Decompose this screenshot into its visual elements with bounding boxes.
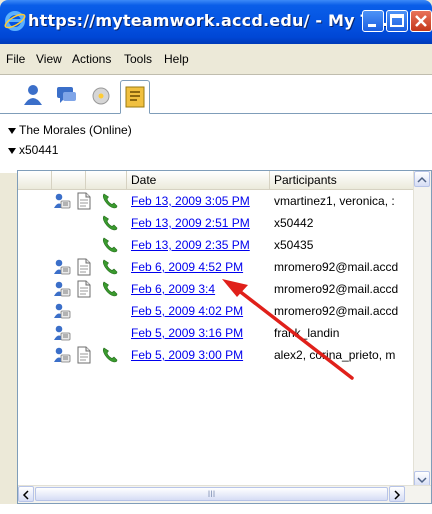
phone-icon <box>101 280 119 298</box>
date-link[interactable]: Feb 5, 2009 3:00 PM <box>131 348 243 362</box>
menu-help[interactable]: Help <box>164 52 189 66</box>
column-header-date[interactable]: Date <box>127 171 270 189</box>
minimize-icon <box>368 24 376 27</box>
phone-icon <box>101 214 119 232</box>
table-row[interactable]: Feb 13, 2009 2:35 PM x50435 <box>18 234 431 256</box>
navigation-area: The Morales (Online) x50441 <box>0 75 432 173</box>
minimize-button[interactable] <box>362 10 384 32</box>
column-header-icon3[interactable] <box>86 171 127 189</box>
phone-icon <box>101 258 119 276</box>
column-header-participants[interactable]: Participants <box>270 171 416 189</box>
expand-triangle-icon[interactable] <box>8 147 16 154</box>
participants-cell: frank_landin <box>274 326 340 340</box>
tree-subgroup[interactable]: x50441 <box>8 143 58 157</box>
menu-view[interactable]: View <box>36 52 62 66</box>
vertical-scrollbar[interactable] <box>413 171 431 487</box>
tab-chat[interactable] <box>52 81 82 111</box>
maximize-button[interactable] <box>386 10 408 32</box>
scroll-up-button[interactable] <box>414 171 430 187</box>
phone-icon <box>101 236 119 254</box>
window-title: https://myteamwork.accd.edu/ - My T... <box>28 11 389 30</box>
date-link[interactable]: Feb 5, 2009 4:02 PM <box>131 304 243 318</box>
table-row[interactable]: Feb 13, 2009 2:51 PM x50442 <box>18 212 431 234</box>
title-bar[interactable]: https://myteamwork.accd.edu/ - My T... <box>0 0 432 44</box>
date-link[interactable]: Feb 6, 2009 3:4 <box>131 282 215 296</box>
participants-cell: mromero92@mail.accd <box>274 304 399 318</box>
participants-cell: mromero92@mail.accd <box>274 260 399 274</box>
document-icon <box>75 192 93 210</box>
participants-cell: x50435 <box>274 238 314 252</box>
tab-contacts[interactable] <box>18 81 48 111</box>
app-window: https://myteamwork.accd.edu/ - My T... F… <box>0 0 432 504</box>
date-link[interactable]: Feb 13, 2009 3:05 PM <box>131 194 250 208</box>
tab-history[interactable] <box>120 80 150 114</box>
table-row[interactable]: Feb 13, 2009 3:05 PM vmartinez1, veronica… <box>18 190 431 212</box>
close-icon <box>415 15 427 27</box>
menu-bar: File View Actions Tools Help <box>0 44 432 75</box>
chevron-left-icon <box>22 490 29 500</box>
date-link[interactable]: Feb 6, 2009 4:52 PM <box>131 260 243 274</box>
contact-icon <box>53 346 71 364</box>
table-row[interactable]: Feb 5, 2009 3:16 PM frank_landin <box>18 322 431 344</box>
table-row[interactable]: Feb 5, 2009 4:02 PM mromero92@mail.accd <box>18 300 431 322</box>
tree-group[interactable]: The Morales (Online) <box>8 123 132 137</box>
tree-group-label: The Morales (Online) <box>19 123 132 137</box>
chevron-right-icon <box>394 490 401 500</box>
expand-triangle-icon[interactable] <box>8 127 16 134</box>
contact-icon <box>53 324 71 342</box>
table-header: Date Participants <box>18 171 431 190</box>
chevron-up-icon <box>417 176 427 183</box>
column-header-icon1[interactable] <box>18 171 52 189</box>
date-link[interactable]: Feb 13, 2009 2:35 PM <box>131 238 250 252</box>
date-link[interactable]: Feb 13, 2009 2:51 PM <box>131 216 250 230</box>
column-header-icon2[interactable] <box>52 171 86 189</box>
participants-cell: mromero92@mail.accd <box>274 282 399 296</box>
document-icon <box>75 346 93 364</box>
menu-file[interactable]: File <box>6 52 25 66</box>
date-link[interactable]: Feb 5, 2009 3:16 PM <box>131 326 243 340</box>
participants-cell: alex2, corina_prieto, m <box>274 348 396 362</box>
participants-cell: x50442 <box>274 216 314 230</box>
document-icon <box>75 280 93 298</box>
scroll-left-button[interactable] <box>18 486 34 502</box>
participants-cell: vmartinez1, veronica, : <box>274 194 395 208</box>
maximize-icon <box>390 14 404 27</box>
contact-icon <box>53 258 71 276</box>
cd-icon <box>92 87 110 105</box>
menu-tools[interactable]: Tools <box>124 52 152 66</box>
horizontal-scrollbar[interactable]: III <box>18 485 431 503</box>
phone-icon <box>101 346 119 364</box>
tab-strip <box>0 75 432 114</box>
table-row[interactable]: Feb 6, 2009 3:4 mromero92@mail.accd <box>18 278 431 300</box>
table-row[interactable]: Feb 6, 2009 4:52 PM mromero92@mail.accd <box>18 256 431 278</box>
contact-icon <box>53 192 71 210</box>
close-button[interactable] <box>410 10 432 32</box>
contacts-icon <box>24 85 42 105</box>
contact-icon <box>53 302 71 320</box>
scroll-thumb[interactable]: III <box>35 487 388 501</box>
ie-logo-icon <box>4 11 26 31</box>
chat-icon <box>57 87 76 103</box>
history-icon <box>125 86 145 108</box>
phone-icon <box>101 192 119 210</box>
contact-icon <box>53 280 71 298</box>
scroll-right-button[interactable] <box>389 486 405 502</box>
document-icon <box>75 258 93 276</box>
history-table: Date Participants Feb 13, 2009 3:05 PM vm… <box>17 170 432 504</box>
tree-subgroup-label: x50441 <box>19 143 59 157</box>
scroll-grip: III <box>207 489 216 499</box>
menu-actions[interactable]: Actions <box>72 52 111 66</box>
table-row[interactable]: Feb 5, 2009 3:00 PM alex2, corina_prieto,… <box>18 344 431 366</box>
tab-media[interactable] <box>86 81 116 111</box>
